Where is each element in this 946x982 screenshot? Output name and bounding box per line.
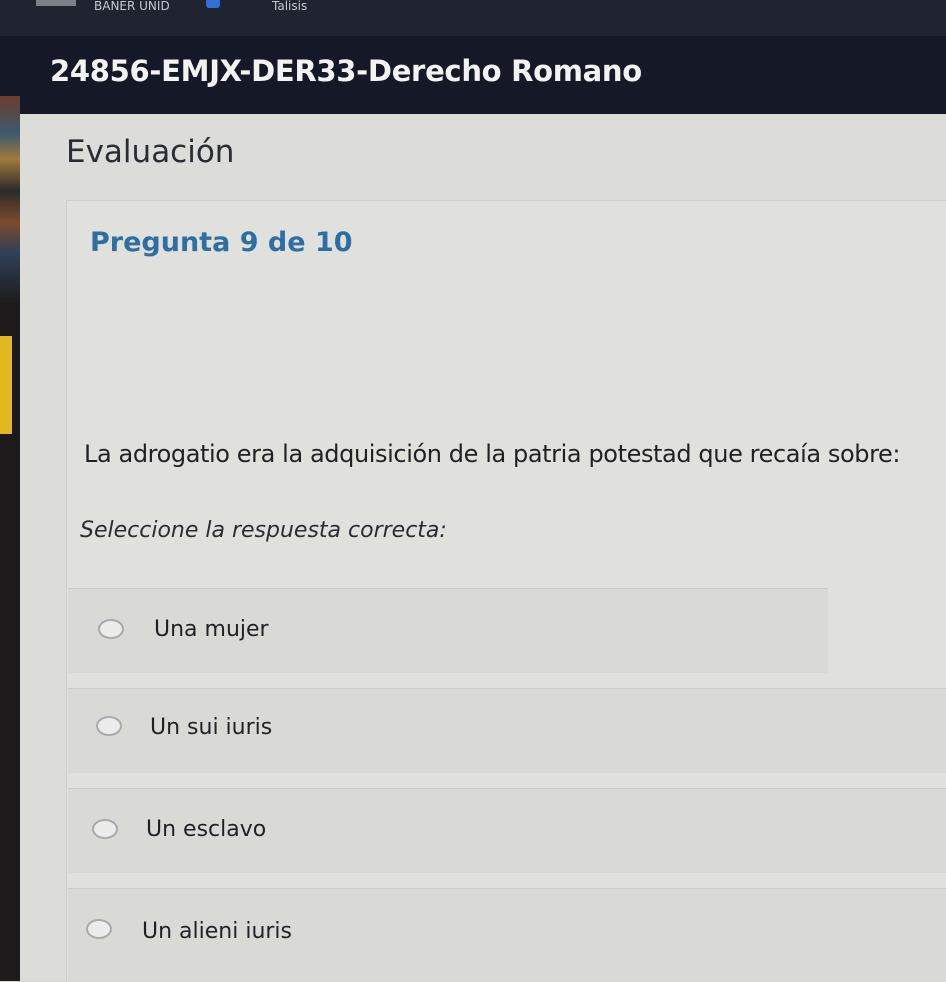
- bookmark-baner-unid[interactable]: BANER UNID: [94, 0, 170, 12]
- radio-button-icon[interactable]: [92, 819, 118, 839]
- radio-button-icon[interactable]: [86, 919, 112, 939]
- question-counter: Pregunta 9 de 10: [90, 227, 353, 258]
- page-title: Evaluación: [66, 134, 235, 170]
- question-instruction: Seleccione la respuesta correcta:: [80, 518, 447, 543]
- answer-option[interactable]: Un alieni iuris: [68, 888, 946, 982]
- answer-option-label[interactable]: Un esclavo: [146, 817, 266, 842]
- browser-bookmarks-bar: BANER UNID Talisis: [0, 0, 946, 36]
- radio-button-icon[interactable]: [98, 619, 124, 639]
- answer-option-label[interactable]: Un sui iuris: [150, 715, 272, 740]
- question-text: La adrogatio era la adquisición de la pa…: [84, 440, 901, 468]
- answer-option[interactable]: Un sui iuris: [68, 688, 946, 773]
- course-title: 24856-EMJX-DER33-Derecho Romano: [50, 54, 642, 88]
- answer-option-label[interactable]: Una mujer: [154, 617, 269, 642]
- bookmark-favicon-icon: [36, 0, 76, 6]
- answer-option-label[interactable]: Un alieni iuris: [142, 919, 292, 944]
- bookmark-talisis[interactable]: Talisis: [272, 0, 307, 12]
- bookmark-talisis-icon: [206, 0, 220, 8]
- side-banner-image: [0, 96, 20, 306]
- radio-button-icon[interactable]: [96, 716, 122, 736]
- answer-option[interactable]: Una mujer: [68, 588, 828, 673]
- answer-option[interactable]: Un esclavo: [68, 788, 946, 873]
- side-accent: [0, 336, 12, 434]
